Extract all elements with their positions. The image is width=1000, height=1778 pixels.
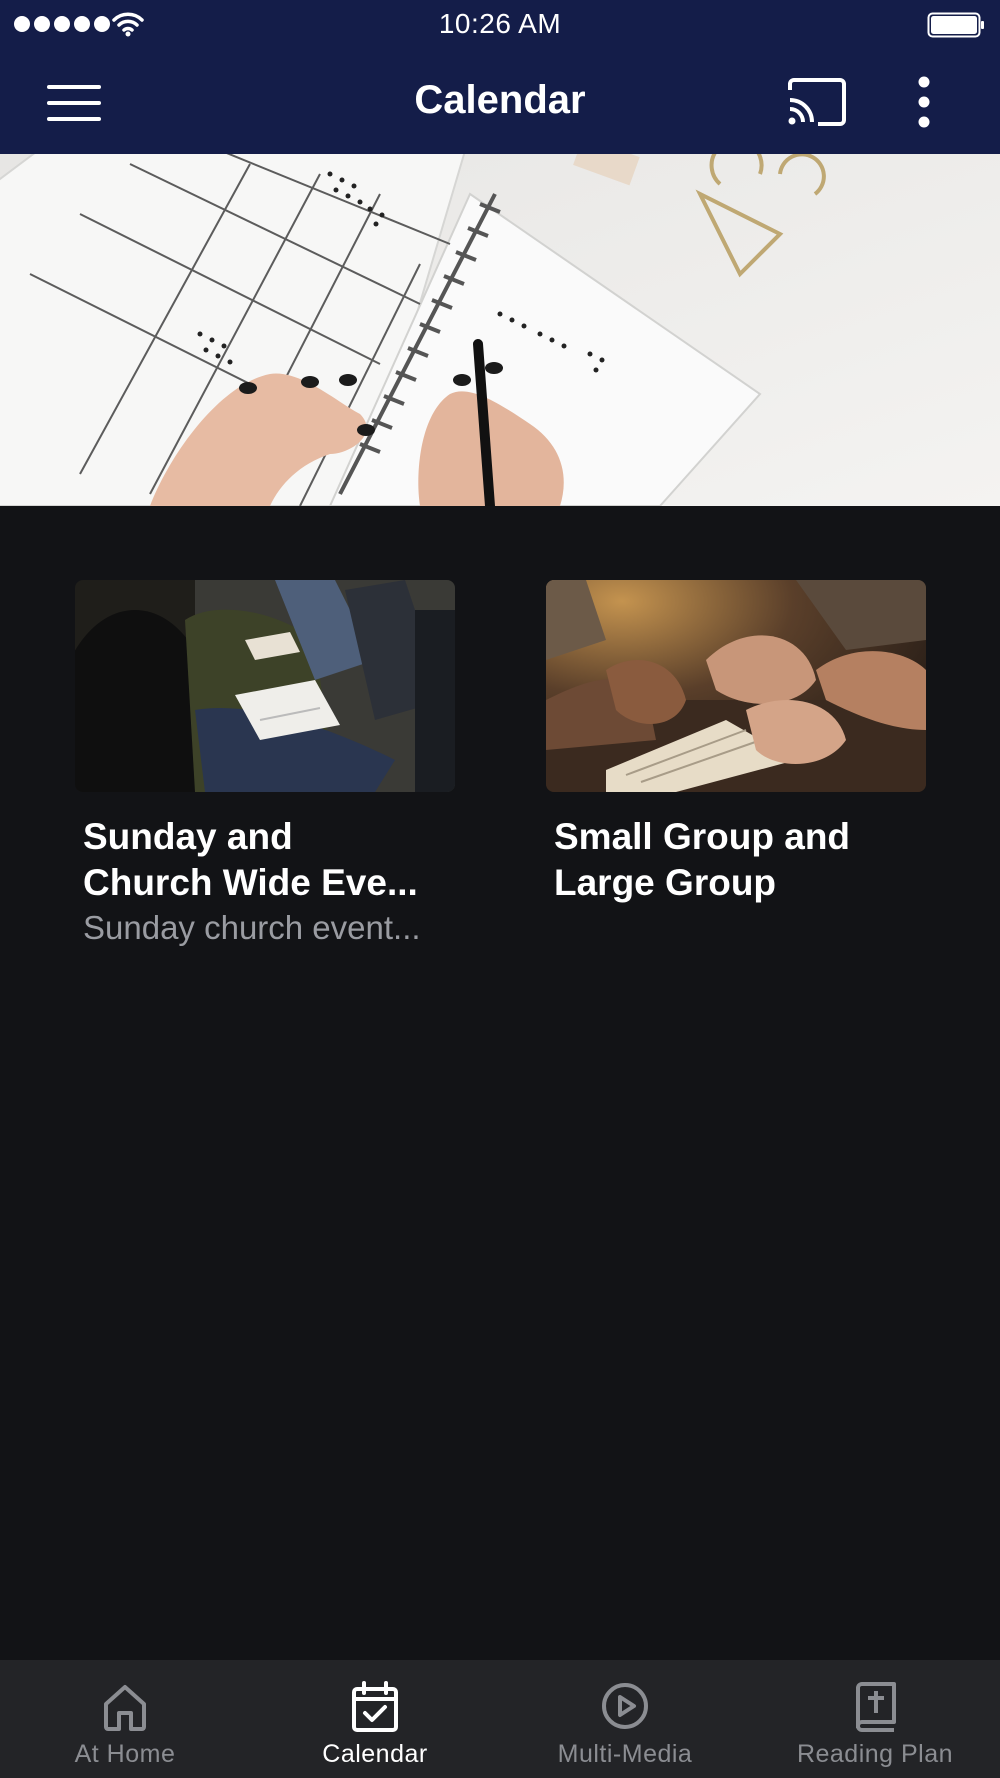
congregation-seated-photo [75, 580, 455, 792]
bible-icon [856, 1682, 896, 1732]
card-title-line2: Church Wide Eve... [83, 862, 418, 903]
more-vert-icon[interactable] [906, 74, 942, 130]
tab-label: At Home [74, 1740, 176, 1768]
card-title-line1: Small Group and [554, 816, 851, 857]
card-title: Small Group and Large Group [546, 814, 926, 906]
card-image [546, 580, 926, 792]
card-subtitle: Sunday church event... [83, 909, 421, 946]
hero-image [0, 154, 1000, 506]
app-bar: Calendar [0, 52, 1000, 154]
tab-reading-plan[interactable]: Reading Plan [750, 1660, 1000, 1778]
cast-icon[interactable] [786, 76, 848, 128]
tab-label: Reading Plan [796, 1740, 954, 1768]
status-bar: 10:26 AM [0, 0, 1000, 52]
tab-calendar[interactable]: Calendar [250, 1660, 500, 1778]
card-image [75, 580, 455, 792]
card-title: Sunday and Church Wide Eve... [75, 814, 455, 906]
praying-hands-bible-photo [546, 580, 926, 792]
card-title-line1: Sunday and [83, 816, 293, 857]
tab-label: Calendar [322, 1740, 428, 1768]
status-time: 10:26 AM [438, 8, 562, 39]
calendar-check-icon [352, 1681, 398, 1732]
home-icon [104, 1685, 146, 1731]
battery-icon [927, 12, 984, 38]
event-card-sunday[interactable]: Sunday and Church Wide Eve... Sunday chu… [75, 580, 455, 950]
calendar-planner-photo [0, 154, 1000, 506]
bottom-tab-bar: At Home Calendar Multi-Media Reading Pla… [0, 1660, 1000, 1778]
play-circle-icon [602, 1683, 648, 1729]
event-card-small-group[interactable]: Small Group and Large Group [546, 580, 926, 906]
card-title-line2: Large Group [554, 862, 777, 903]
page-title: Calendar [414, 78, 586, 122]
tab-label: Multi-Media [557, 1740, 693, 1768]
tab-at-home[interactable]: At Home [0, 1660, 250, 1778]
tab-multi-media[interactable]: Multi-Media [500, 1660, 750, 1778]
